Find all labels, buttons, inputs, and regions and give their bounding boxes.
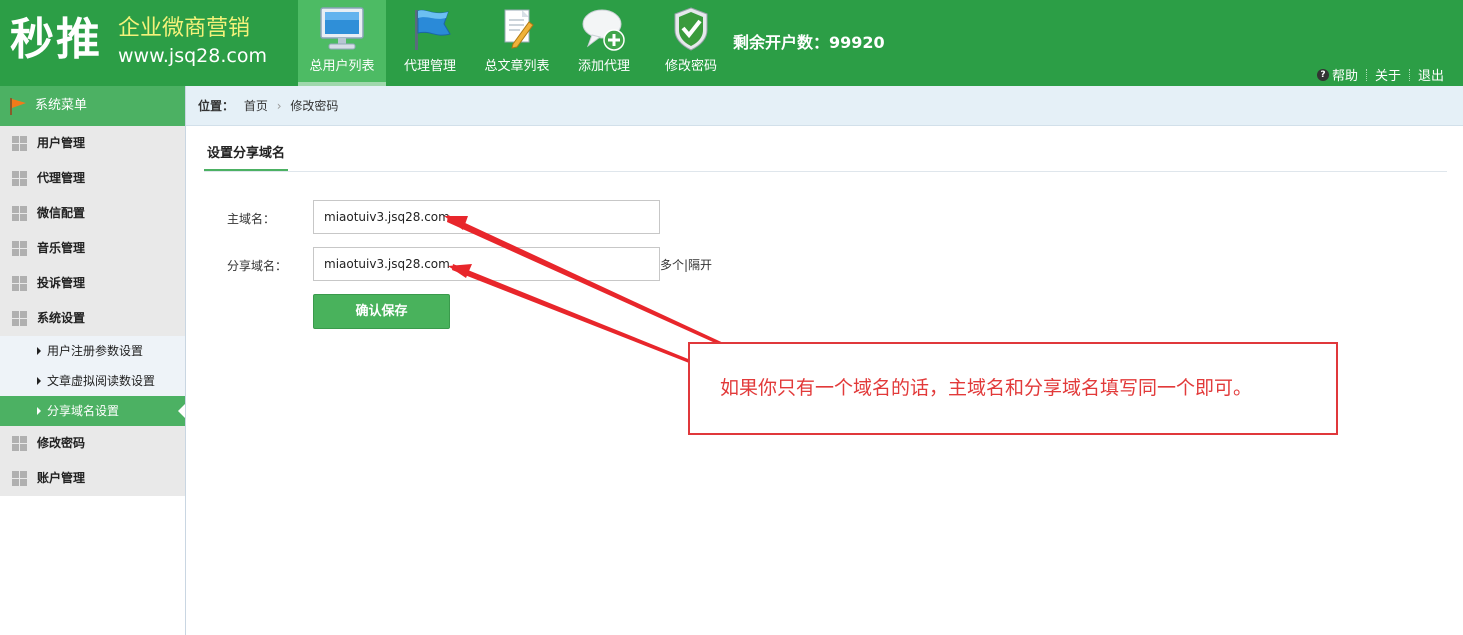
caret-right-icon [37, 347, 41, 355]
sidebar-title: 系统菜单 [35, 98, 88, 113]
sidebar-item-wechat-config[interactable]: 微信配置 [0, 196, 185, 231]
flag-icon [415, 9, 451, 50]
annotation-note: 如果你只有一个域名的话，主域名和分享域名填写同一个即可。 [688, 342, 1338, 435]
tab-share-domain[interactable]: 设置分享域名 [204, 146, 289, 172]
sidebar-subitem-share-domain[interactable]: 分享域名设置 [0, 396, 185, 426]
save-button[interactable]: 确认保存 [313, 294, 450, 329]
sidebar-item-account-manage[interactable]: 账户管理 [0, 461, 185, 496]
nav-add-agent[interactable]: 添加代理 [561, 0, 647, 86]
flag-icon [10, 98, 26, 115]
breadcrumb-home[interactable]: 首页 [244, 99, 268, 113]
sidebar-item-label: 用户管理 [37, 136, 86, 150]
breadcrumb-separator: › [276, 99, 282, 113]
nav-label: 修改密码 [664, 59, 717, 74]
logo-url: www.jsq28.com [118, 45, 267, 67]
divider [1408, 68, 1410, 81]
nav-user-list[interactable]: 总用户列表 [298, 0, 386, 86]
sidebar-submenu: 用户注册参数设置 文章虚拟阅读数设置 分享域名设置 [0, 336, 185, 426]
sidebar-header: 系统菜单 [0, 86, 185, 126]
sidebar-item-label: 微信配置 [37, 206, 86, 220]
sidebar-item-complaint-manage[interactable]: 投诉管理 [0, 266, 185, 301]
grid-icon [12, 311, 27, 326]
remaining-accounts: 剩余开户数：99920 [733, 33, 885, 52]
sidebar-item-label: 音乐管理 [37, 241, 86, 255]
sidebar-item-label: 系统设置 [37, 311, 86, 325]
nav-article-list[interactable]: 总文章列表 [474, 0, 560, 86]
main-domain-input[interactable] [313, 200, 660, 234]
caret-right-icon [37, 377, 41, 385]
document-edit-icon [504, 9, 534, 49]
sidebar-subitem-virtual-reads[interactable]: 文章虚拟阅读数设置 [0, 366, 185, 396]
grid-icon [12, 136, 27, 151]
logo-title: 秒推 [10, 14, 102, 65]
help-link[interactable]: 帮助 [1332, 65, 1358, 84]
nav-label: 添加代理 [577, 59, 630, 74]
nav-change-password[interactable]: 修改密码 [648, 0, 734, 86]
grid-icon [12, 436, 27, 451]
about-link[interactable]: 关于 [1375, 65, 1401, 84]
logout-link[interactable]: 退出 [1418, 65, 1444, 84]
sidebar-item-label: 账户管理 [37, 471, 86, 485]
sidebar-item-music-manage[interactable]: 音乐管理 [0, 231, 185, 266]
sidebar-subitem-register-params[interactable]: 用户注册参数设置 [0, 336, 185, 366]
sidebar-subitem-label: 文章虚拟阅读数设置 [47, 374, 156, 388]
top-header: 秒推 企业微商营销 www.jsq28.com 总用户列表 代理管理 总文章列表… [0, 0, 1463, 86]
breadcrumb-prefix: 位置： [198, 99, 235, 113]
share-domain-hint: 多个|隔开 [660, 258, 713, 272]
grid-icon [12, 471, 27, 486]
share-domain-label: 分享域名： [227, 259, 288, 273]
shield-check-icon [674, 7, 708, 51]
sidebar-item-change-password[interactable]: 修改密码 [0, 426, 185, 461]
sidebar-item-system-settings[interactable]: 系统设置 [0, 301, 185, 336]
nav-agent-manage[interactable]: 代理管理 [387, 0, 473, 86]
nav-label: 总用户列表 [309, 59, 375, 74]
grid-icon [12, 276, 27, 291]
sidebar-subitem-label: 用户注册参数设置 [47, 344, 144, 358]
logo-subtitle: 企业微商营销 [118, 16, 251, 41]
tab-divider [204, 171, 1447, 172]
nav-label: 总文章列表 [484, 59, 550, 74]
sidebar-item-label: 投诉管理 [37, 276, 86, 290]
nav-label: 代理管理 [403, 59, 456, 74]
sidebar-subitem-label: 分享域名设置 [47, 404, 120, 418]
monitor-icon [320, 7, 364, 50]
sidebar: 系统菜单 用户管理 代理管理 微信配置 音乐管理 投诉管理 系统设置 用户注册参… [0, 86, 186, 635]
sidebar-item-label: 代理管理 [37, 171, 86, 185]
sidebar-item-user-manage[interactable]: 用户管理 [0, 126, 185, 161]
divider [1365, 68, 1367, 81]
annotation-arrow-upper [447, 215, 745, 356]
sidebar-item-label: 修改密码 [37, 436, 86, 450]
caret-right-icon [37, 407, 41, 415]
help-icon: ? [1316, 68, 1329, 81]
breadcrumb-current: 修改密码 [290, 99, 339, 113]
grid-icon [12, 171, 27, 186]
grid-icon [12, 206, 27, 221]
sidebar-item-agent-manage[interactable]: 代理管理 [0, 161, 185, 196]
breadcrumb: 位置： 首页 › 修改密码 [186, 86, 1463, 126]
share-domain-input[interactable] [313, 247, 660, 281]
main-domain-label: 主域名： [227, 212, 276, 226]
grid-icon [12, 241, 27, 256]
top-links: ? 帮助 关于 退出 [1316, 65, 1444, 84]
chat-bubble-add-icon [582, 9, 625, 51]
